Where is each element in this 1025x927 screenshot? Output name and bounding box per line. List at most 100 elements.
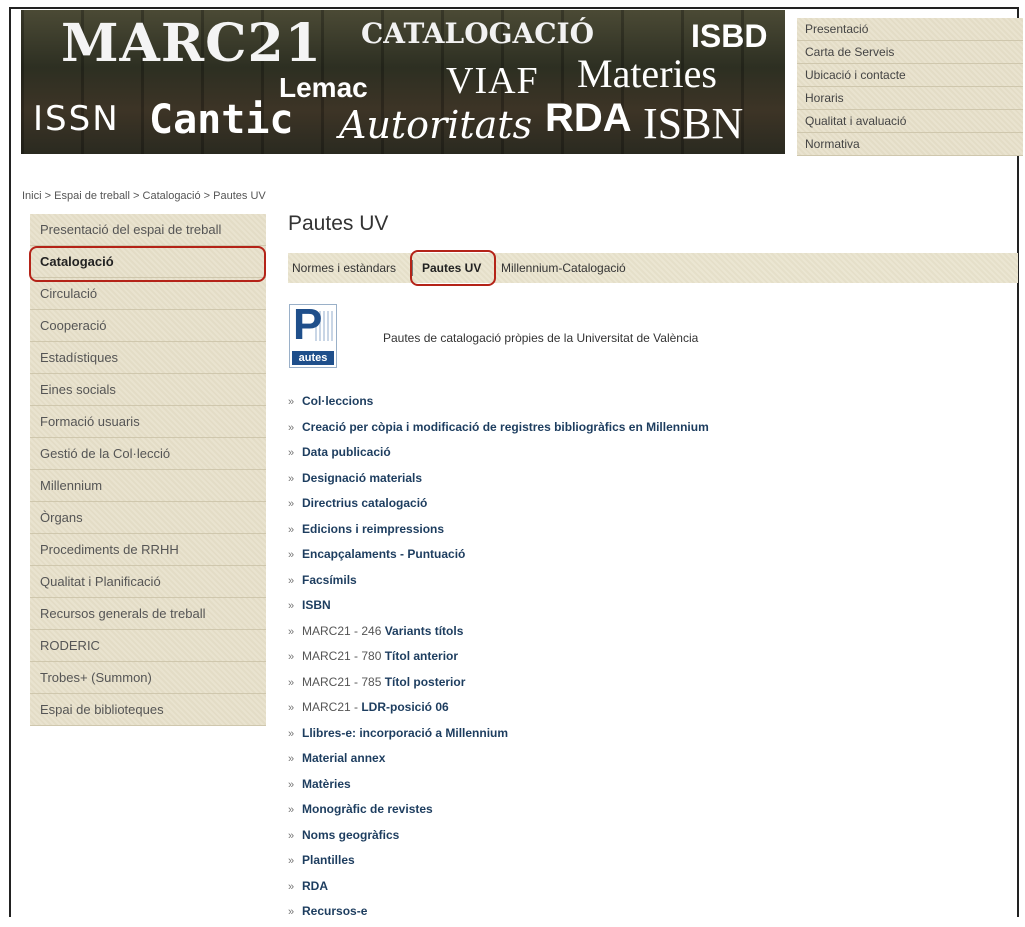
pautes-logo: P autes — [289, 304, 337, 368]
link-label: Data publicació — [302, 445, 391, 459]
breadcrumb: Inici > Espai de treball > Catalogació >… — [22, 190, 266, 202]
sidebar-item-presentacio[interactable]: Presentació del espai de treball — [30, 214, 266, 246]
bullet-icon: » — [288, 574, 295, 587]
sidebar-item-procediments-rrhh[interactable]: Procediments de RRHH — [30, 534, 266, 566]
list-item: » MARC21 - 246 Variants títols — [288, 621, 709, 647]
link-label: Matèries — [302, 776, 351, 791]
sidebar-item-circulacio[interactable]: Circulació — [30, 278, 266, 310]
link-label: Facsímils — [302, 572, 357, 587]
breadcrumb-separator: > — [133, 190, 140, 202]
tab-normes-estandards[interactable]: Normes i estàndars — [292, 253, 396, 283]
sidebar-item-estadistiques[interactable]: Estadístiques — [30, 342, 266, 374]
bullet-icon: » — [288, 702, 295, 714]
bullet-icon: » — [288, 906, 295, 918]
link-label: Edicions i reimpressions — [302, 521, 445, 536]
banner-word: Autoritats — [339, 103, 533, 147]
link-label: Llibres-e: incorporació a Millennium — [302, 725, 509, 740]
banner-word: ISBN — [643, 99, 744, 148]
breadcrumb-separator: > — [203, 190, 211, 202]
pautes-link-list: » Col·leccions » Creació per còpia i modifi… — [288, 391, 709, 927]
pautes-link[interactable]: Designació materials — [302, 471, 422, 485]
banner-word: RDA — [545, 96, 632, 140]
pautes-link[interactable]: Recursos-e — [302, 904, 367, 918]
sidebar-item-roderic[interactable]: RODERIC — [30, 630, 266, 662]
banner-word: MARC21 — [61, 13, 322, 74]
pautes-link[interactable]: Monogràfic de revistes — [302, 802, 433, 816]
pautes-link[interactable]: RDA — [302, 879, 328, 893]
bullet-icon: » — [288, 778, 295, 791]
pautes-link[interactable]: Data publicació — [302, 445, 391, 459]
link-label: Recursos-e — [302, 904, 368, 918]
link-label: Noms geogràfics — [302, 827, 400, 842]
tab-pautes-uv[interactable]: Pautes UV — [422, 253, 481, 283]
top-menu-item-ubicacio[interactable]: Ubicació i contacte — [797, 64, 1023, 87]
sidebar-item-millennium[interactable]: Millennium — [30, 470, 266, 502]
sidebar-item-espai-biblioteques[interactable]: Espai de biblioteques — [30, 694, 266, 726]
header-banner[interactable]: MARC21 CATALOGACIÓ ISBD Lemac VIAF Mater… — [21, 10, 785, 154]
bullet-icon: » — [288, 829, 295, 842]
pautes-link[interactable]: Creació per còpia i modificació de regis… — [302, 420, 709, 434]
top-menu-item-horaris[interactable]: Horaris — [797, 87, 1023, 110]
sidebar-item-formacio-usuaris[interactable]: Formació usuaris — [30, 406, 266, 438]
logo-word: autes — [292, 351, 334, 365]
bullet-icon: » — [288, 855, 295, 867]
bullet-icon: » — [288, 880, 295, 893]
pautes-link[interactable]: MARC21 - 246 Variants títols — [302, 624, 463, 638]
banner-word: Cantic — [149, 97, 294, 143]
list-item: » Plantilles — [288, 850, 709, 876]
pautes-link[interactable]: ISBN — [302, 598, 331, 612]
pautes-link[interactable]: Encapçalaments - Puntuació — [302, 547, 465, 561]
link-label: Monogràfic de revistes — [302, 802, 433, 816]
top-menu-item-carta-serveis[interactable]: Carta de Serveis — [797, 41, 1023, 64]
sidebar-item-catalogacio[interactable]: Catalogació — [30, 246, 266, 278]
pautes-link[interactable]: Directrius catalogació — [302, 496, 427, 510]
sub-tab-bar: Normes i estàndars Pautes UV Millennium-… — [288, 253, 1018, 283]
pautes-link[interactable]: Matèries — [302, 777, 351, 791]
sidebar-item-organs[interactable]: Òrgans — [30, 502, 266, 534]
top-menu-item-normativa[interactable]: Normativa — [797, 133, 1023, 156]
link-prefix: MARC21 - 780 — [302, 649, 385, 663]
bullet-icon: » — [288, 523, 295, 536]
pautes-link[interactable]: MARC21 - 780 Títol anterior — [302, 649, 458, 663]
pautes-link[interactable]: Col·leccions — [302, 394, 373, 408]
link-label: Plantilles — [302, 853, 355, 867]
pautes-link[interactable]: Facsímils — [302, 573, 357, 587]
pautes-link[interactable]: Plantilles — [302, 853, 355, 867]
pautes-link[interactable]: Llibres-e: incorporació a Millennium — [302, 726, 508, 740]
link-label: LDR-posició 06 — [361, 700, 449, 714]
pautes-link[interactable]: MARC21 - LDR-posició 06 — [302, 700, 449, 714]
pautes-link[interactable]: Edicions i reimpressions — [302, 522, 444, 536]
breadcrumb-espai-treball[interactable]: Espai de treball — [54, 190, 130, 202]
list-item: » Designació materials — [288, 468, 709, 494]
pautes-link[interactable]: Noms geogràfics — [302, 828, 399, 842]
list-item: » Noms geogràfics — [288, 825, 709, 851]
list-item: » Llibres-e: incorporació a Millennium — [288, 723, 709, 749]
link-label: Variants títols — [384, 623, 464, 638]
link-label: Creació per còpia i modificació de regis… — [302, 419, 709, 434]
top-menu: Presentació Carta de Serveis Ubicació i … — [797, 18, 1023, 156]
sidebar-item-recursos-generals[interactable]: Recursos generals de treball — [30, 598, 266, 630]
pautes-link[interactable]: Material annex — [302, 751, 385, 765]
bullet-icon: » — [288, 549, 295, 561]
pautes-link[interactable]: MARC21 - 785 Títol posterior — [302, 675, 465, 689]
top-menu-item-qualitat[interactable]: Qualitat i avaluació — [797, 110, 1023, 133]
banner-word: ISSN — [33, 99, 120, 139]
link-label: Designació materials — [302, 470, 423, 485]
list-item: » Encapçalaments - Puntuació — [288, 544, 709, 570]
list-item: » Col·leccions — [288, 391, 709, 417]
bullet-icon: » — [288, 676, 295, 689]
sidebar-item-cooperacio[interactable]: Cooperació — [30, 310, 266, 342]
tab-millennium-catalogacio[interactable]: Millennium-Catalogació — [501, 253, 626, 283]
list-item: » MARC21 - 780 Títol anterior — [288, 646, 709, 672]
bullet-icon: » — [288, 651, 295, 663]
sidebar-item-trobes-summon[interactable]: Trobes+ (Summon) — [30, 662, 266, 694]
breadcrumb-catalogacio[interactable]: Catalogació — [143, 190, 201, 202]
sidebar-item-gestio-colleccio[interactable]: Gestió de la Col·lecció — [30, 438, 266, 470]
list-item: » ISBN — [288, 595, 709, 621]
breadcrumb-inici[interactable]: Inici — [22, 190, 42, 202]
top-menu-item-presentacio[interactable]: Presentació — [797, 18, 1023, 41]
sidebar-item-qualitat-planificacio[interactable]: Qualitat i Planificació — [30, 566, 266, 598]
list-item: » Creació per còpia i modificació de regi… — [288, 417, 709, 443]
sidebar-item-eines-socials[interactable]: Eines socials — [30, 374, 266, 406]
bullet-icon: » — [288, 472, 295, 485]
